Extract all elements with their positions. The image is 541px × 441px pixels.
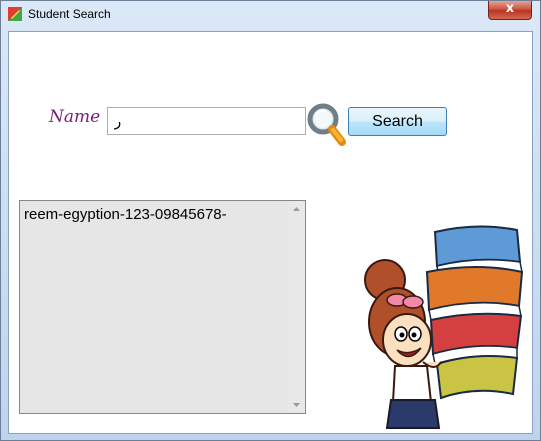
list-item[interactable]: reem-egyption-123-09845678- [24,206,227,223]
app-icon [8,7,22,21]
close-button[interactable]: x [488,1,532,20]
results-scrollbar[interactable] [288,201,305,413]
search-button[interactable]: Search [348,107,447,136]
close-icon: x [505,1,515,16]
books-stack [425,225,524,400]
student-search-window: Student Search x Name Search reem-egypti… [0,0,541,441]
magnifier-icon[interactable] [306,102,348,150]
name-input[interactable] [107,107,306,135]
client-area: Name Search reem-egyption-123-09845678- [8,31,533,434]
name-label: Name [49,107,101,127]
girl-with-books-illustration [364,225,524,429]
chevron-down-icon[interactable] [288,396,305,413]
chevron-up-icon[interactable] [288,201,305,218]
window-title: Student Search [28,7,111,21]
title-bar[interactable]: Student Search x [1,1,540,27]
results-list[interactable]: reem-egyption-123-09845678- [19,200,306,414]
